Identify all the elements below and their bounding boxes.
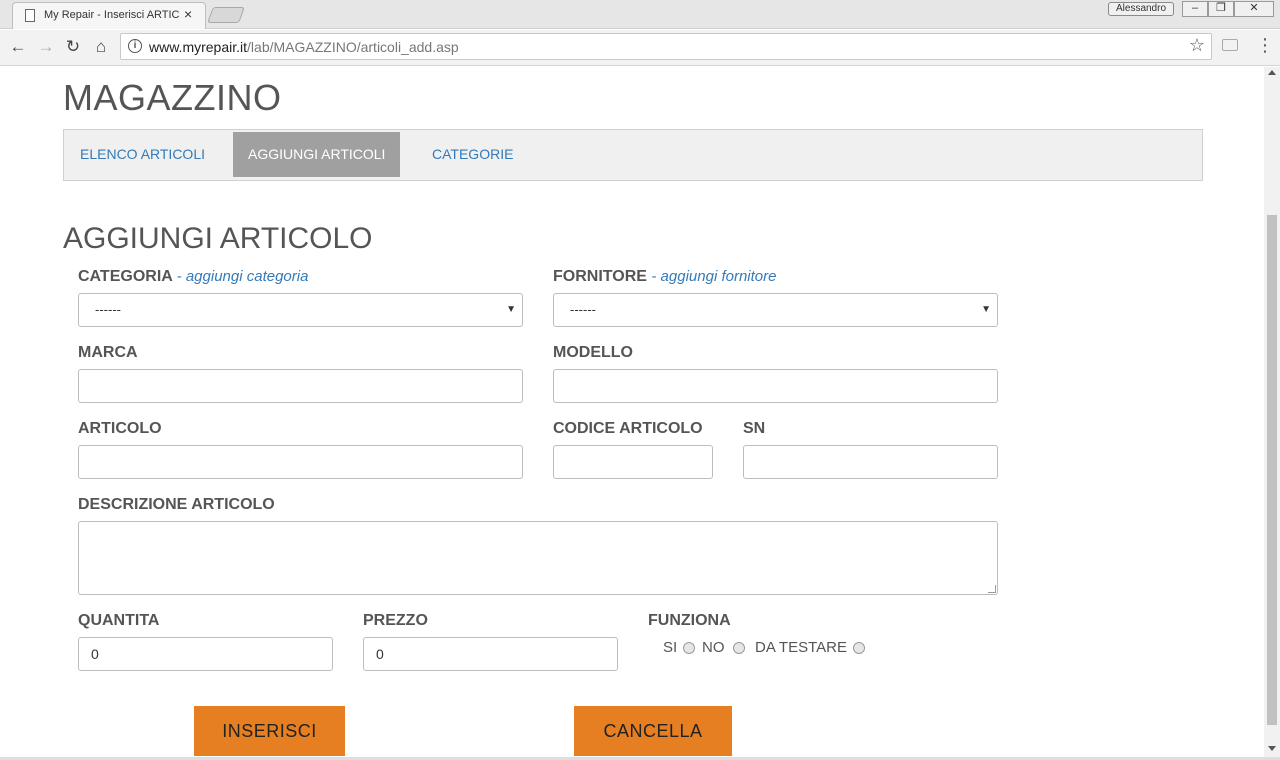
radio-si[interactable] bbox=[683, 642, 695, 654]
codice-articolo-input[interactable] bbox=[553, 445, 713, 479]
reload-icon[interactable]: ↻ bbox=[63, 37, 83, 57]
browser-tab[interactable]: My Repair - Inserisci ARTICOLO × bbox=[12, 2, 206, 29]
quantita-input[interactable]: 0 bbox=[78, 637, 333, 671]
radio-no[interactable] bbox=[733, 642, 745, 654]
prezzo-label: PREZZO bbox=[363, 612, 428, 629]
page-icon bbox=[25, 9, 35, 22]
home-icon[interactable]: ⌂ bbox=[91, 37, 111, 57]
page-scrollbar[interactable] bbox=[1264, 67, 1280, 757]
categoria-select[interactable]: ------ ▼ bbox=[78, 293, 523, 327]
browser-tab-strip: My Repair - Inserisci ARTICOLO × Alessan… bbox=[0, 0, 1280, 29]
articolo-label: ARTICOLO bbox=[78, 420, 162, 437]
address-bar[interactable]: i www.myrepair.it/lab/MAGAZZINO/articoli… bbox=[120, 33, 1212, 60]
marca-label: MARCA bbox=[78, 344, 138, 361]
nav-elenco-articoli[interactable]: ELENCO ARTICOLI bbox=[65, 132, 220, 177]
menu-dots-icon[interactable]: ⋮ bbox=[1256, 36, 1274, 54]
scroll-thumb[interactable] bbox=[1267, 215, 1277, 725]
scroll-up-icon[interactable] bbox=[1268, 70, 1276, 75]
modello-label: MODELLO bbox=[553, 344, 633, 361]
camera-icon[interactable] bbox=[1222, 39, 1238, 51]
sub-navigation: ELENCO ARTICOLI AGGIUNGI ARTICOLI CATEGO… bbox=[63, 129, 1203, 181]
page-viewport: MAGAZZINO ELENCO ARTICOLI AGGIUNGI ARTIC… bbox=[0, 67, 1264, 757]
section-title: AGGIUNGI ARTICOLO bbox=[63, 222, 373, 255]
back-arrow-icon[interactable]: ← bbox=[8, 37, 28, 57]
sn-input[interactable] bbox=[743, 445, 998, 479]
descrizione-textarea[interactable] bbox=[78, 521, 998, 595]
new-tab-button[interactable] bbox=[207, 7, 245, 23]
fornitore-label: FORNITORE - aggiungi fornitore bbox=[553, 268, 777, 285]
marca-input[interactable] bbox=[78, 369, 523, 403]
funziona-label: FUNZIONA bbox=[648, 612, 731, 629]
info-icon[interactable]: i bbox=[128, 39, 142, 53]
radio-si-label: SI bbox=[663, 639, 678, 656]
aggiungi-categoria-link[interactable]: - aggiungi categoria bbox=[177, 268, 309, 285]
profile-button[interactable]: Alessandro bbox=[1108, 2, 1174, 16]
cancella-button[interactable]: CANCELLA bbox=[574, 706, 732, 756]
radio-da-testare[interactable] bbox=[853, 642, 865, 654]
tab-title: My Repair - Inserisci ARTICOLO bbox=[44, 9, 179, 21]
radio-no-label: NO bbox=[702, 639, 725, 656]
page-title: MAGAZZINO bbox=[63, 77, 282, 118]
url-text: www.myrepair.it/lab/MAGAZZINO/articoli_a… bbox=[149, 39, 459, 55]
inserisci-button[interactable]: INSERISCI bbox=[194, 706, 345, 756]
descrizione-label: DESCRIZIONE ARTICOLO bbox=[78, 496, 275, 513]
close-window-button[interactable]: ✕ bbox=[1234, 1, 1274, 17]
forward-arrow-icon[interactable]: → bbox=[36, 37, 56, 57]
codice-articolo-label: CODICE ARTICOLO bbox=[553, 420, 703, 437]
prezzo-input[interactable]: 0 bbox=[363, 637, 618, 671]
caret-down-icon: ▼ bbox=[981, 304, 991, 315]
modello-input[interactable] bbox=[553, 369, 998, 403]
sn-label: SN bbox=[743, 420, 766, 437]
minimize-button[interactable]: – bbox=[1182, 1, 1208, 17]
radio-da-testare-label: DA TESTARE bbox=[755, 639, 847, 656]
caret-down-icon: ▼ bbox=[506, 304, 516, 315]
quantita-label: QUANTITA bbox=[78, 612, 160, 629]
restore-button[interactable]: ❐ bbox=[1208, 1, 1234, 17]
nav-categorie[interactable]: CATEGORIE bbox=[417, 132, 528, 177]
browser-toolbar: ← → ↻ ⌂ i www.myrepair.it/lab/MAGAZZINO/… bbox=[0, 30, 1280, 66]
star-icon[interactable]: ☆ bbox=[1189, 35, 1205, 56]
nav-aggiungi-articoli[interactable]: AGGIUNGI ARTICOLI bbox=[233, 132, 401, 177]
scroll-down-icon[interactable] bbox=[1268, 746, 1276, 751]
resize-handle[interactable] bbox=[988, 585, 996, 593]
fornitore-select[interactable]: ------ ▼ bbox=[553, 293, 998, 327]
categoria-label: CATEGORIA - aggiungi categoria bbox=[78, 268, 309, 285]
tab-close-icon[interactable]: × bbox=[184, 6, 192, 22]
articolo-input[interactable] bbox=[78, 445, 523, 479]
aggiungi-fornitore-link[interactable]: - aggiungi fornitore bbox=[651, 268, 776, 285]
